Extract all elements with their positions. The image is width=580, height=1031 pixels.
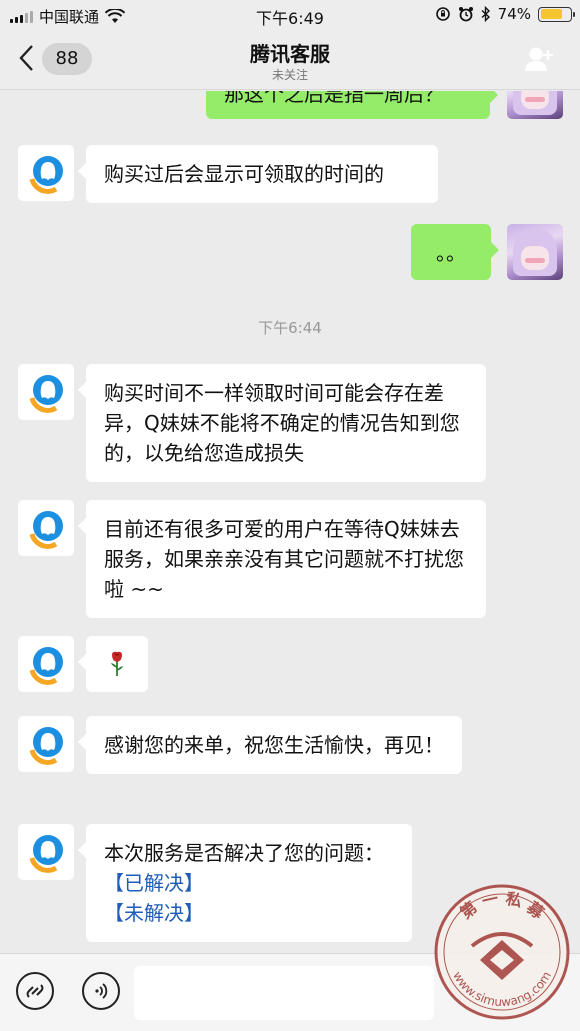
outgoing-message[interactable]: 那这个之后是指一周后？ bbox=[206, 91, 498, 119]
link-icon bbox=[26, 984, 44, 998]
service-avatar[interactable] bbox=[18, 716, 74, 772]
battery-icon bbox=[538, 6, 575, 22]
resolved-link[interactable]: 【已解决】 bbox=[104, 868, 394, 898]
incoming-message[interactable]: 🌹 bbox=[78, 636, 148, 692]
incoming-message[interactable]: 购买过后会显示可领取的时间的 bbox=[78, 145, 438, 203]
incoming-message[interactable]: 本次服务是否解决了您的问题： 【已解决】 【未解决】 bbox=[78, 824, 412, 942]
chat-header: 88 腾讯客服 未关注 bbox=[0, 30, 580, 90]
qq-service-logo-icon bbox=[29, 156, 63, 194]
message-text: 本次服务是否解决了您的问题： bbox=[104, 841, 384, 865]
outgoing-message[interactable]: 。。 bbox=[411, 224, 499, 280]
service-avatar[interactable] bbox=[18, 145, 74, 201]
message-text: 目前还有很多可爱的用户在等待Q妹妹去服务，如果亲亲没有其它问题就不打扰您啦 ~~ bbox=[104, 517, 464, 601]
message-text: 。。 bbox=[436, 241, 466, 265]
service-avatar[interactable] bbox=[18, 636, 74, 692]
watermark-seal: 第 一 私 募 www.simuwang.com bbox=[434, 884, 570, 1020]
qq-service-logo-icon bbox=[29, 835, 63, 873]
message-text: 那这个之后是指一周后？ bbox=[224, 91, 444, 106]
voice-input-button[interactable] bbox=[82, 972, 120, 1010]
message-list[interactable]: 那这个之后是指一周后？ 购买过后会显示可领取的时间的 。。 下午6:44 购买时… bbox=[0, 91, 580, 953]
follow-status: 未关注 bbox=[271, 68, 308, 82]
battery-percent: 74% bbox=[497, 5, 531, 23]
qq-service-logo-icon bbox=[29, 375, 63, 413]
message-text: 购买过后会显示可领取的时间的 bbox=[104, 162, 384, 186]
service-avatar[interactable] bbox=[18, 824, 74, 880]
service-avatar[interactable] bbox=[18, 500, 74, 556]
alarm-icon bbox=[458, 7, 473, 22]
rotation-lock-icon bbox=[435, 7, 450, 21]
status-bar: 中国联通 下午6:49 74% bbox=[0, 0, 580, 30]
message-text: 感谢您的来单，祝您生活愉快，再见！ bbox=[104, 733, 444, 757]
bluetooth-icon bbox=[481, 6, 490, 22]
incoming-message[interactable]: 感谢您的来单，祝您生活愉快，再见！ bbox=[78, 716, 462, 774]
qq-service-logo-icon bbox=[29, 647, 63, 685]
incoming-message[interactable]: 目前还有很多可爱的用户在等待Q妹妹去服务，如果亲亲没有其它问题就不打扰您啦 ~~ bbox=[78, 500, 486, 618]
message-input[interactable] bbox=[134, 966, 434, 1020]
voice-icon bbox=[95, 983, 108, 999]
unresolved-link[interactable]: 【未解决】 bbox=[104, 898, 394, 928]
incoming-message[interactable]: 购买时间不一样领取时间可能会存在差异，Q妹妹不能将不确定的情况告知到您的，以免给… bbox=[78, 364, 486, 482]
message-timestamp: 下午6:44 bbox=[258, 319, 322, 337]
message-text: 购买时间不一样领取时间可能会存在差异，Q妹妹不能将不确定的情况告知到您的，以免给… bbox=[104, 381, 460, 465]
service-avatar[interactable] bbox=[18, 364, 74, 420]
menu-link-button[interactable] bbox=[16, 972, 54, 1010]
rose-icon bbox=[111, 651, 123, 676]
add-user-icon[interactable] bbox=[524, 46, 554, 72]
page-title: 腾讯客服 bbox=[250, 42, 330, 66]
user-avatar[interactable] bbox=[507, 224, 563, 280]
qq-service-logo-icon bbox=[29, 511, 63, 549]
user-avatar[interactable] bbox=[507, 91, 563, 119]
qq-service-logo-icon bbox=[29, 727, 63, 765]
